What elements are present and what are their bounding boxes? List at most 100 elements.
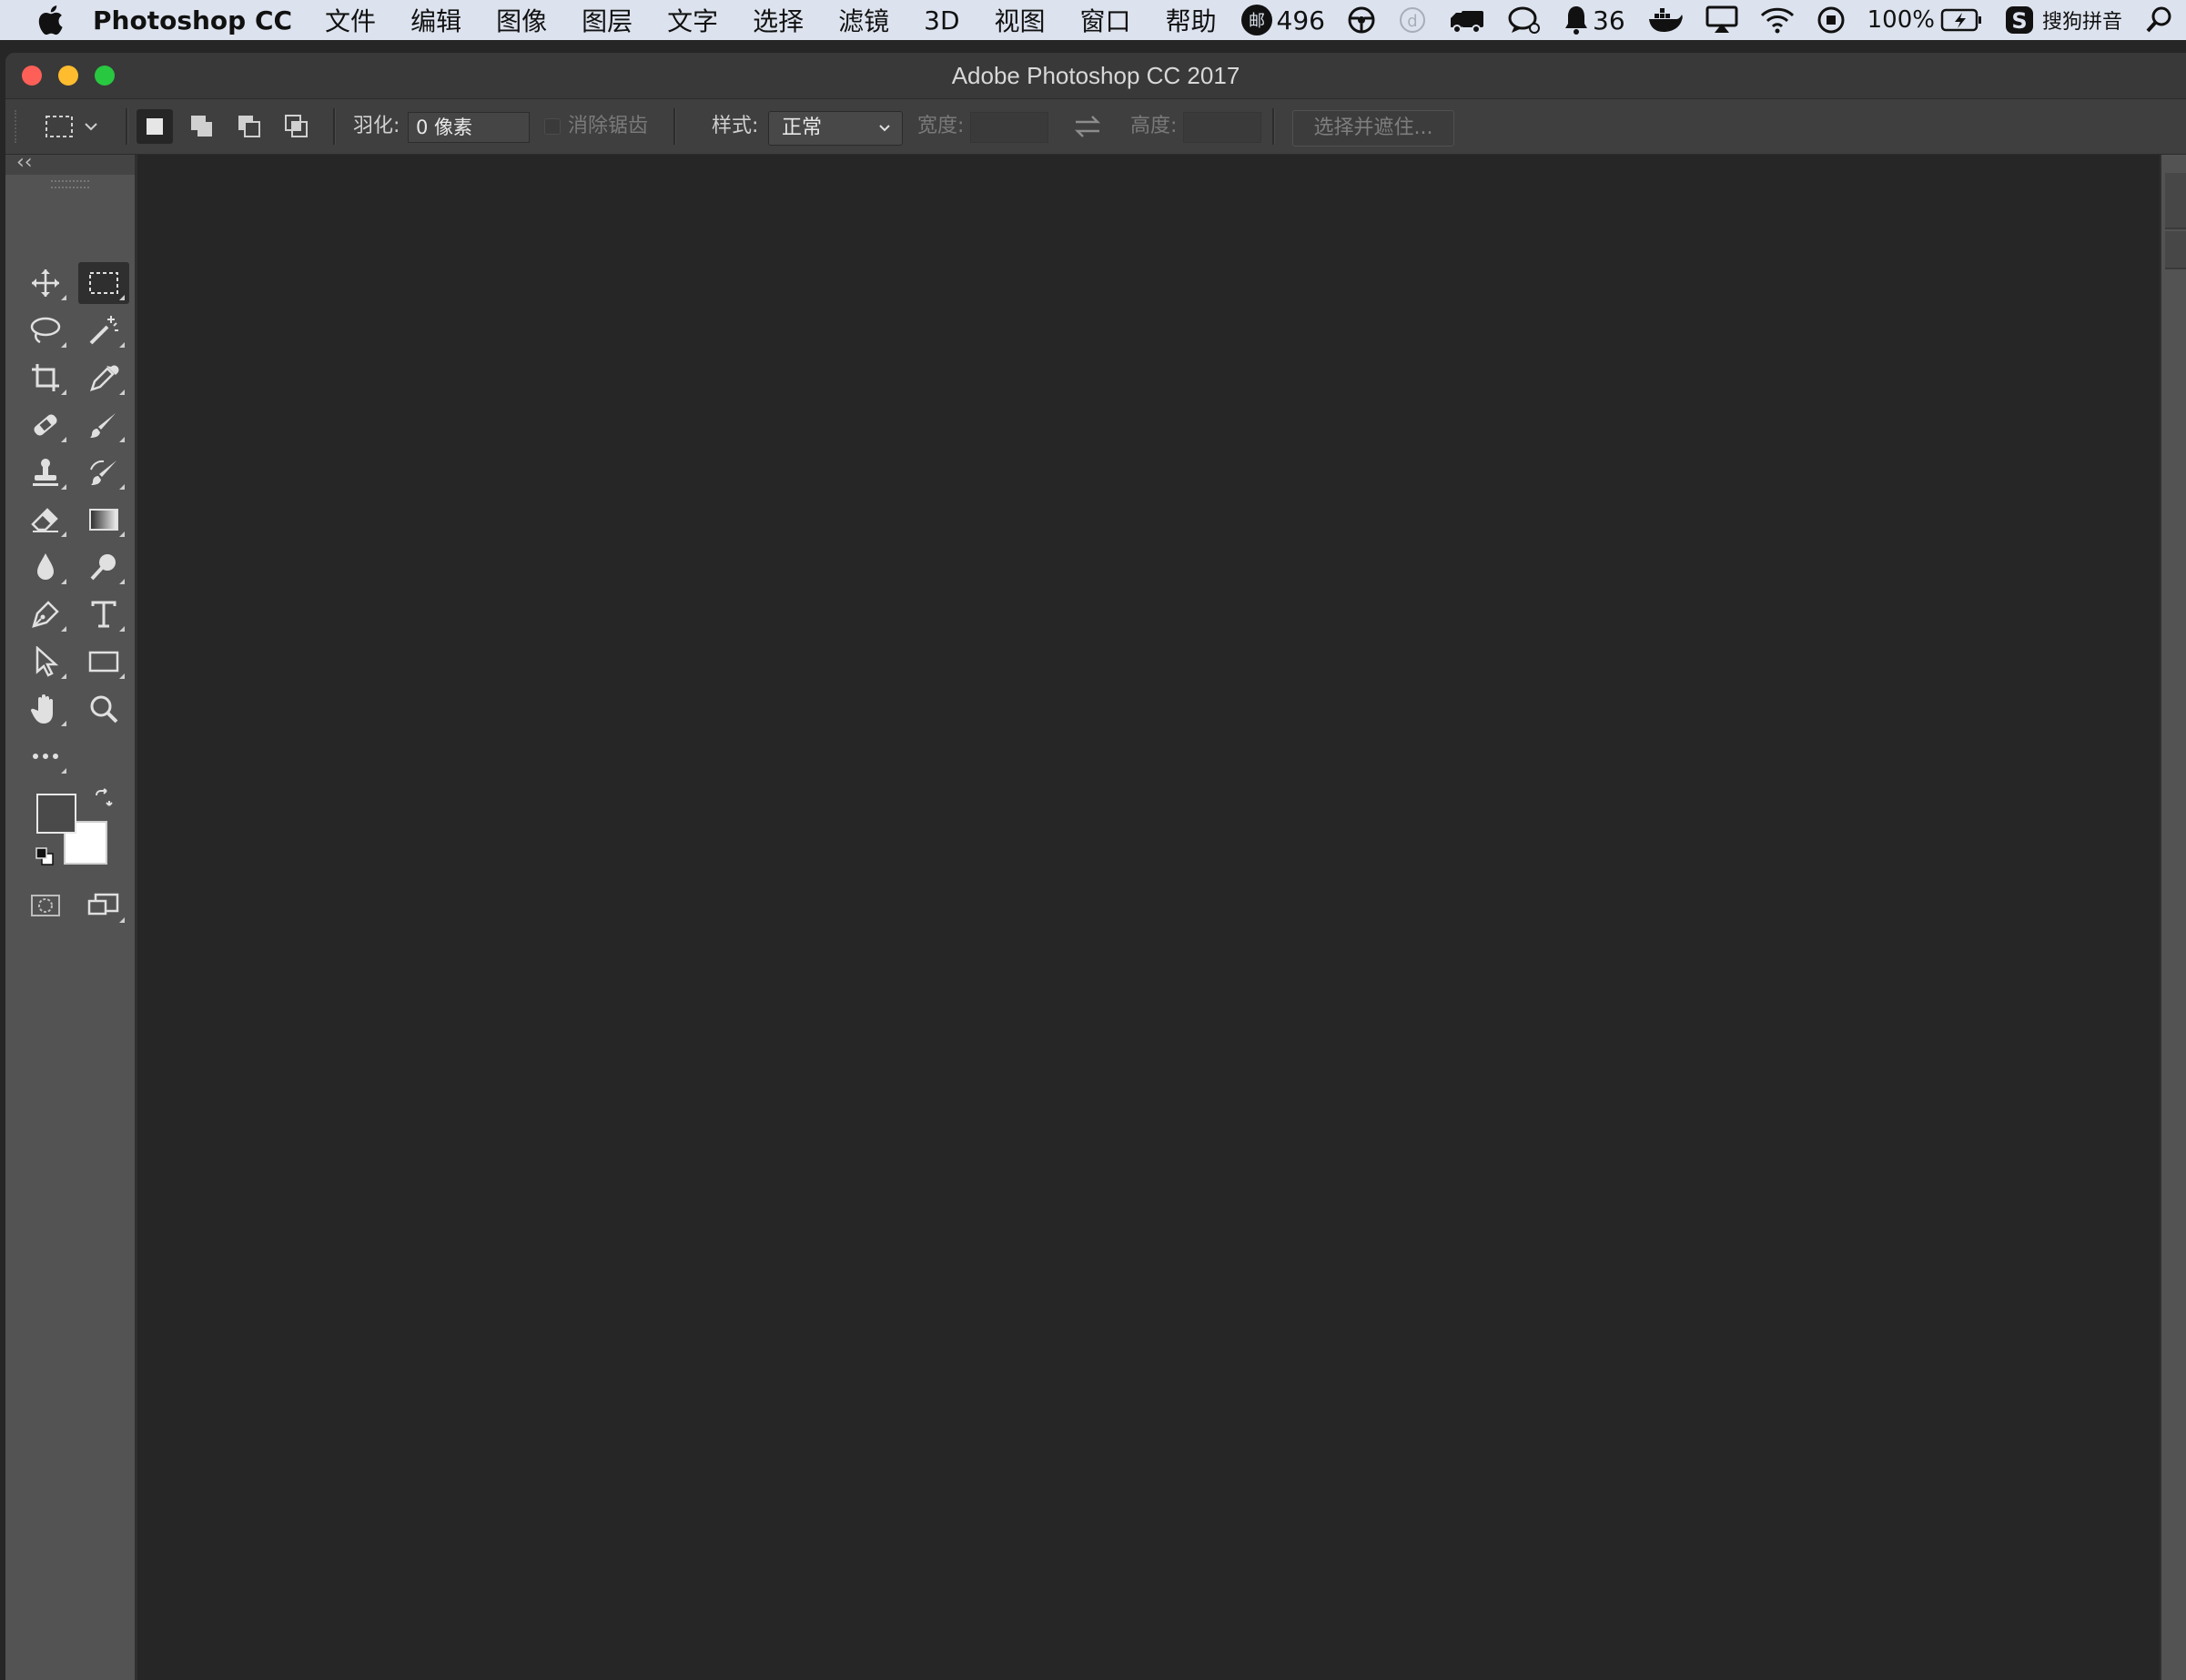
clone-stamp-tool[interactable] xyxy=(20,451,71,493)
menu-3d[interactable]: 3D xyxy=(924,5,959,35)
document-workspace[interactable] xyxy=(137,155,2160,1680)
menu-view[interactable]: 视图 xyxy=(995,2,1046,38)
eyedropper-tool[interactable] xyxy=(78,357,129,399)
sogou-icon: S xyxy=(2005,6,2033,34)
wifi-icon[interactable] xyxy=(1760,6,1795,34)
feather-input[interactable]: 0 像素 xyxy=(408,112,530,143)
separator xyxy=(1272,108,1275,145)
input-method[interactable]: S 搜狗拼音 xyxy=(2004,5,2122,35)
separator xyxy=(673,108,676,145)
spotlight-icon[interactable] xyxy=(2144,5,2173,35)
crop-tool[interactable] xyxy=(20,357,71,399)
eraser-tool[interactable] xyxy=(20,499,71,541)
stamp-icon xyxy=(33,459,58,486)
lasso-tool[interactable] xyxy=(20,309,71,351)
menu-edit[interactable]: 编辑 xyxy=(410,2,461,38)
width-input[interactable] xyxy=(970,112,1048,143)
macos-menubar: Photoshop CC 文件 编辑 图像 图层 文字 选择 滤镜 3D 视图 … xyxy=(0,0,2186,40)
blur-tool[interactable] xyxy=(20,546,71,588)
toolbox-grip[interactable] xyxy=(51,180,89,188)
hand-tool[interactable] xyxy=(20,688,71,730)
swap-width-height-icon[interactable] xyxy=(1072,112,1103,147)
arrow-icon xyxy=(35,646,59,677)
history-brush-tool[interactable] xyxy=(78,451,129,493)
select-and-mask-button[interactable]: 选择并遮住... xyxy=(1292,110,1454,147)
rectangle-icon xyxy=(88,651,119,673)
app-menu[interactable]: Photoshop CC xyxy=(93,5,292,35)
intersect-selection-button[interactable] xyxy=(278,109,315,144)
antialias-label: 消除锯齿 xyxy=(568,115,649,137)
eyedropper-icon xyxy=(90,365,119,391)
type-icon xyxy=(91,601,116,628)
toolbox-header[interactable]: ‹‹ xyxy=(5,151,135,175)
new-selection-button[interactable] xyxy=(137,109,173,144)
collapse-icon[interactable]: ‹‹ xyxy=(16,151,33,174)
panel-tab[interactable] xyxy=(2165,173,2186,229)
type-tool[interactable] xyxy=(78,593,129,635)
magic-wand-tool[interactable] xyxy=(78,309,129,351)
dict-icon[interactable]: d xyxy=(1398,5,1427,35)
photoshop-window: Adobe Photoshop CC 2017 羽化: 0 像素 消除锯齿 样式… xyxy=(5,53,2186,1680)
subtract-selection-button[interactable] xyxy=(231,109,268,144)
truck-icon[interactable] xyxy=(1449,5,1485,35)
options-bar: 羽化: 0 像素 消除锯齿 样式: 正常 宽度: 高度: 选择并遮住... xyxy=(5,99,2186,155)
drop-icon xyxy=(37,553,54,580)
screen-mode-button[interactable] xyxy=(78,885,129,926)
options-bar-grip[interactable] xyxy=(15,110,19,143)
foreground-color-swatch[interactable] xyxy=(36,794,76,834)
default-colors-icon[interactable] xyxy=(35,846,55,870)
healing-brush-tool[interactable] xyxy=(20,404,71,446)
svg-text:d: d xyxy=(1407,12,1417,31)
rectangle-tool[interactable] xyxy=(78,641,129,683)
style-select[interactable]: 正常 xyxy=(768,111,903,146)
menu-window[interactable]: 窗口 xyxy=(1080,2,1131,38)
input-method-label: 搜狗拼音 xyxy=(2041,11,2122,34)
path-selection-tool[interactable] xyxy=(20,641,71,683)
swap-colors-icon[interactable] xyxy=(93,788,113,812)
menu-filter[interactable]: 滤镜 xyxy=(838,2,889,38)
chat-icon[interactable] xyxy=(1507,5,1542,35)
style-label: 样式: xyxy=(712,115,759,137)
menu-image[interactable]: 图像 xyxy=(496,2,547,38)
gradient-icon xyxy=(89,509,118,531)
airplay-icon[interactable] xyxy=(1705,5,1738,35)
quick-mask-button[interactable] xyxy=(20,885,71,926)
separator xyxy=(126,108,128,145)
menu-layer[interactable]: 图层 xyxy=(582,2,633,38)
window-titlebar[interactable]: Adobe Photoshop CC 2017 xyxy=(5,53,2186,99)
docker-icon[interactable] xyxy=(1647,6,1684,34)
intersect-selection-icon xyxy=(285,115,308,137)
width-label: 宽度: xyxy=(917,115,965,137)
height-label: 高度: xyxy=(1130,115,1178,137)
mail-status[interactable]: 邮 496 xyxy=(1240,4,1325,36)
rectangular-marquee-tool[interactable] xyxy=(78,262,129,304)
antialias-checkbox[interactable] xyxy=(544,118,561,135)
pen-tool[interactable] xyxy=(20,593,71,635)
record-icon[interactable] xyxy=(1817,5,1846,35)
battery-icon xyxy=(1940,8,1981,32)
menu-file[interactable]: 文件 xyxy=(325,2,376,38)
panel-tab[interactable] xyxy=(2165,231,2186,269)
brush-tool[interactable] xyxy=(78,404,129,446)
zoom-tool[interactable] xyxy=(78,688,129,730)
apple-icon[interactable] xyxy=(29,5,71,35)
steering-wheel-icon[interactable] xyxy=(1347,5,1376,35)
tool-preset-picker[interactable] xyxy=(44,110,115,143)
subtract-selection-icon xyxy=(238,116,260,137)
battery-status[interactable]: 100% xyxy=(1867,6,1982,34)
toolbox: ‹‹ xyxy=(5,151,137,1680)
gradient-tool[interactable] xyxy=(78,499,129,541)
history-brush-icon xyxy=(90,460,116,485)
qq-status[interactable]: 36 xyxy=(1564,5,1625,35)
chevron-down-icon xyxy=(879,125,890,132)
magic-wand-icon xyxy=(89,316,118,345)
height-input[interactable] xyxy=(1183,112,1261,143)
edit-toolbar[interactable] xyxy=(20,735,71,777)
menu-select[interactable]: 选择 xyxy=(753,2,804,38)
svg-text:邮: 邮 xyxy=(1249,12,1265,31)
menu-type[interactable]: 文字 xyxy=(667,2,718,38)
menu-help[interactable]: 帮助 xyxy=(1166,2,1217,38)
move-tool[interactable] xyxy=(20,262,71,304)
dodge-tool[interactable] xyxy=(78,546,129,588)
add-selection-button[interactable] xyxy=(184,109,220,144)
